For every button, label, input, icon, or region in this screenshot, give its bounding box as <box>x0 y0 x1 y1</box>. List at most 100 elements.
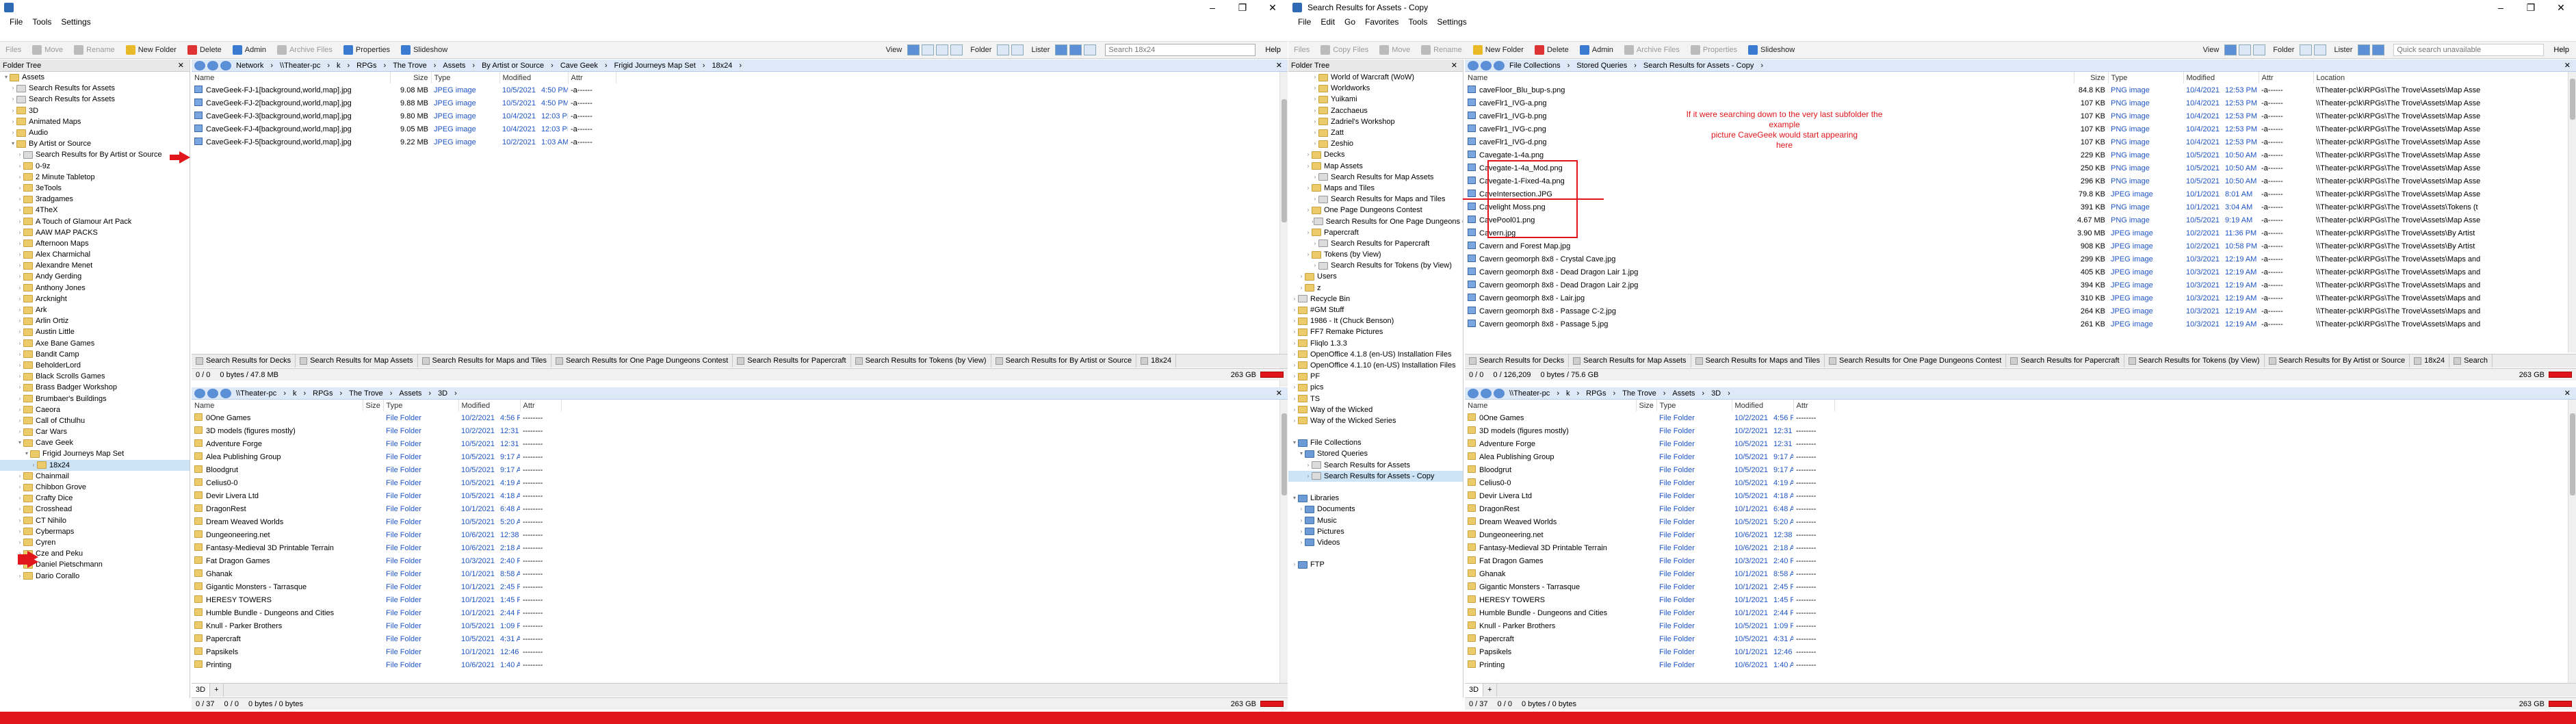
tree-item[interactable]: › Black Scrolls Games <box>0 371 190 382</box>
col-type[interactable]: Type <box>2108 72 2184 83</box>
col-attr[interactable]: Attr <box>2259 72 2314 83</box>
tree-item[interactable]: › Search Results for Map Assets <box>1288 172 1463 183</box>
tree-item[interactable]: › Chibbon Grove <box>0 482 190 493</box>
tree-item[interactable]: › Arlin Ortiz <box>0 315 190 326</box>
close-tree-icon[interactable]: ✕ <box>178 61 184 70</box>
tree-item[interactable]: › Dario Corallo <box>0 570 190 581</box>
breadcrumb-segment[interactable]: 3D <box>438 389 447 398</box>
tree-item[interactable]: › 3D <box>0 105 190 116</box>
breadcrumb-separator-icon[interactable]: › <box>605 62 608 70</box>
tab[interactable]: Search Results for Papercraft <box>733 354 851 367</box>
help-button[interactable]: Help <box>1265 46 1281 54</box>
table-row[interactable]: Dungeoneering.net File Folder 10/6/2021 12:… <box>192 528 561 541</box>
tab[interactable]: Search Results for By Artist or Source <box>2265 354 2410 367</box>
tab[interactable]: 18x24 <box>2410 354 2450 367</box>
table-row[interactable]: Fantasy-Medieval 3D Printable Terrain Fil… <box>192 541 561 554</box>
chevron-right-icon[interactable]: › <box>1312 238 1318 249</box>
archive-files-button[interactable]: Archive Files <box>1619 42 1685 57</box>
table-row[interactable]: Cavern geomorph 8x8 - Crystal Cave.jpg 29… <box>1465 253 2568 266</box>
up-icon[interactable] <box>1494 388 1505 398</box>
minimize-icon[interactable]: – <box>1197 2 1227 14</box>
col-type[interactable]: Type <box>431 72 500 83</box>
breadcrumb-segment[interactable]: Assets <box>399 389 421 398</box>
table-row[interactable]: Cavern geomorph 8x8 - Passage 5.jpg 261 K… <box>1465 318 2568 331</box>
up-icon[interactable] <box>220 388 231 398</box>
chevron-right-icon[interactable]: › <box>16 326 23 337</box>
tree-item[interactable]: ▾ Frigid Journeys Map Set <box>0 448 190 459</box>
chevron-right-icon[interactable]: › <box>1305 205 1312 216</box>
view-menu[interactable]: View <box>2198 42 2225 57</box>
breadcrumb-separator-icon[interactable]: › <box>1634 62 1637 70</box>
chevron-right-icon[interactable]: › <box>1298 526 1305 537</box>
table-row[interactable]: DragonRest File Folder 10/1/2021 6:48 AM---… <box>192 502 561 515</box>
table-row[interactable]: Fantasy-Medieval 3D Printable Terrain Fil… <box>1465 541 1834 554</box>
tree-item[interactable]: › OpenOffice 4.1.8 (en-US) Installation F… <box>1288 349 1463 360</box>
tree-item[interactable]: › Worldworks <box>1288 83 1463 94</box>
folder-menu[interactable]: Folder <box>965 42 997 57</box>
table-row[interactable]: Cavern.jpg 3.90 MB JPEG image 10/2/2021 11:3… <box>1465 227 2568 240</box>
tab[interactable]: Search Results for Tokens (by View) <box>2124 354 2265 367</box>
tree-item[interactable]: › Map Assets <box>1288 161 1463 172</box>
folder-menu[interactable]: Folder <box>2267 42 2300 57</box>
tree-item[interactable]: › Car Wars <box>0 426 190 437</box>
col-modified[interactable]: Modified <box>458 400 521 411</box>
table-row[interactable]: Dream Weaved Worlds File Folder 10/5/2021 5… <box>192 515 561 528</box>
table-row[interactable]: Adventure Forge File Folder 10/5/2021 12:31… <box>192 437 561 450</box>
new-folder-button[interactable]: New Folder <box>120 42 182 57</box>
chevron-down-icon[interactable]: ▾ <box>10 138 16 149</box>
chevron-right-icon[interactable]: › <box>1312 172 1318 183</box>
table-row[interactable]: Devir Livera Ltd File Folder 10/5/2021 4:18… <box>1465 489 1834 502</box>
tree-item[interactable]: › z <box>1288 283 1463 294</box>
table-row[interactable]: CaveGeek-FJ-4[background,world,map].jpg 9… <box>192 122 616 135</box>
table-row[interactable]: Cavern geomorph 8x8 - Dead Dragon Lair 2… <box>1465 279 2568 292</box>
tree-item[interactable]: › Crafty Dice <box>0 493 190 504</box>
tab[interactable]: Search Results for One Page Dungeons Con… <box>1825 354 2007 367</box>
breadcrumb-separator-icon[interactable]: › <box>551 62 554 70</box>
table-row[interactable]: Celius0-0 File Folder 10/5/2021 4:19 AM----… <box>1465 476 1834 489</box>
table-row[interactable]: CaveGeek-FJ-5[background,world,map].jpg 9… <box>192 135 616 148</box>
tab-3d[interactable]: 3D <box>1465 684 1484 697</box>
tree-item[interactable]: › Search Results for Assets <box>1288 460 1463 471</box>
chevron-right-icon[interactable]: › <box>1291 360 1298 371</box>
tree-item[interactable]: › 3eTools <box>0 183 190 194</box>
tree-item[interactable]: › One Page Dungeons Contest <box>1288 205 1463 216</box>
breadcrumb-separator-icon[interactable]: › <box>384 62 387 70</box>
breadcrumb-separator-icon[interactable]: › <box>739 62 742 70</box>
tree-item[interactable]: › Zadriel's Workshop <box>1288 116 1463 127</box>
breadcrumb-separator-icon[interactable]: › <box>472 62 475 70</box>
chevron-right-icon[interactable]: › <box>16 526 23 537</box>
properties-button[interactable]: Properties <box>1685 42 1743 57</box>
folder-tree-toggle[interactable] <box>997 44 1010 55</box>
tree-item[interactable]: › Way of the Wicked <box>1288 404 1463 415</box>
forward-icon[interactable] <box>1481 60 1492 70</box>
tree-item[interactable]: › PF <box>1288 371 1463 382</box>
tree-item[interactable]: › Cyren <box>0 537 190 548</box>
table-row[interactable]: HERESY TOWERS File Folder 10/1/2021 1:45 PM… <box>192 593 561 606</box>
search-input[interactable] <box>1105 44 1256 56</box>
chevron-right-icon[interactable]: › <box>16 415 23 426</box>
chevron-right-icon[interactable]: › <box>16 194 23 205</box>
chevron-right-icon[interactable]: › <box>1312 138 1318 149</box>
tree-item[interactable]: › Way of the Wicked Series <box>1288 415 1463 426</box>
vertical-scrollbar[interactable] <box>1279 72 1288 387</box>
move-button[interactable]: Move <box>27 42 68 57</box>
chevron-right-icon[interactable]: › <box>1291 349 1298 360</box>
tree-item[interactable]: › Search Results for Assets - Copy <box>1288 470 1463 482</box>
breadcrumb-segment[interactable]: \\Theater-pc <box>1509 389 1550 398</box>
chevron-right-icon[interactable]: › <box>1305 161 1312 172</box>
table-row[interactable]: caveFloor_Blu_bup-s.png 84.8 KB PNG image 1… <box>1465 83 2568 96</box>
breadcrumb-separator-icon[interactable]: › <box>327 62 330 70</box>
chevron-right-icon[interactable]: › <box>1298 504 1305 515</box>
chevron-right-icon[interactable]: › <box>10 83 16 94</box>
col-name[interactable]: Name <box>1465 72 2074 83</box>
tree-item[interactable]: › Alex Charmichal <box>0 249 190 260</box>
chevron-right-icon[interactable]: › <box>16 227 23 238</box>
tree-item[interactable]: › 18x24 <box>0 459 190 471</box>
breadcrumb-separator-icon[interactable]: › <box>1576 389 1579 398</box>
chevron-right-icon[interactable]: › <box>10 105 16 116</box>
view-thumbs-button[interactable] <box>2253 44 2266 55</box>
table-row[interactable]: Printing File Folder 10/6/2021 1:40 AM-----… <box>1465 658 1834 671</box>
view-details-button[interactable] <box>2224 44 2237 55</box>
breadcrumb-segment[interactable]: The Trove <box>349 389 383 398</box>
table-row[interactable]: CaveGeek-FJ-3[background,world,map].jpg 9… <box>192 109 616 122</box>
